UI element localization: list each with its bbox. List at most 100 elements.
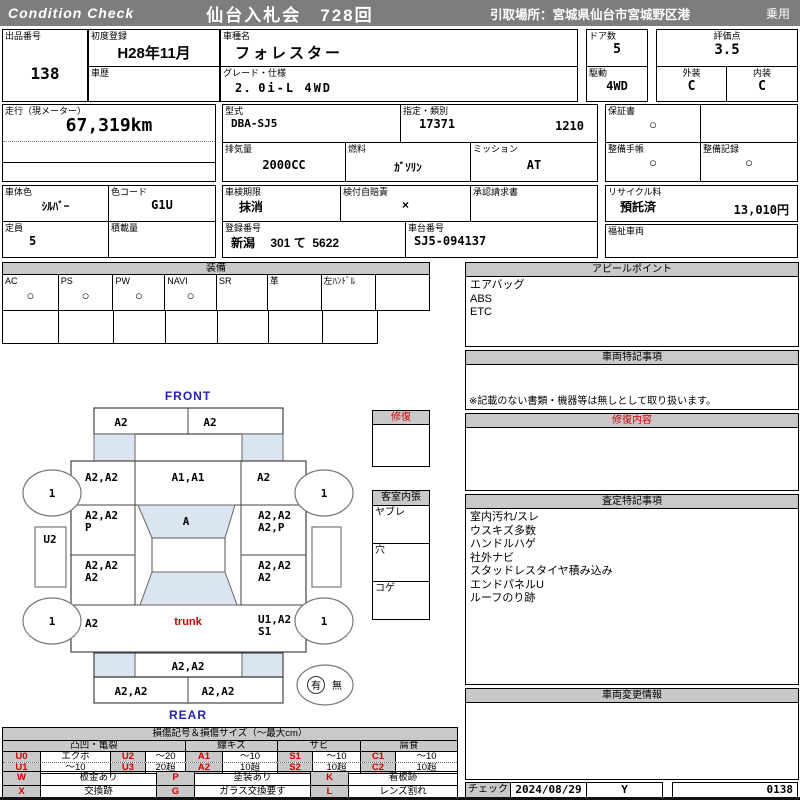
legend-cell: P bbox=[157, 772, 195, 785]
legend-cell: 〜20 bbox=[146, 752, 186, 762]
insured-cell: 検付自賠責 × bbox=[341, 186, 471, 222]
designation-label: 指定・類別 bbox=[403, 106, 449, 116]
history-cell: 車歴 bbox=[89, 67, 219, 101]
body-color-label: 車体色 bbox=[5, 187, 33, 197]
appeal-panel: アピールポイント エアバッグ ABS ETC bbox=[465, 262, 799, 347]
equipment-cell-lhd: 左ﾊﾝﾄﾞﾙ bbox=[322, 275, 377, 310]
car-damage-diagram: FRONT A2 A2 A2,A2 A1,A1 A2 A2,A2 P A A2,… bbox=[22, 389, 354, 722]
model-code-label: 型式 bbox=[225, 106, 244, 116]
rear-bumper-right-damage: A2,A2 bbox=[201, 685, 234, 698]
title-bar: Condition Check 仙台入札会 728回 引取場所：宮城県仙台市宮城… bbox=[0, 0, 800, 26]
drive-cell: 駆動 4WD bbox=[587, 67, 647, 101]
spare-yes-label: 有 bbox=[311, 679, 321, 692]
first-reg-value: H28年11月 bbox=[117, 45, 191, 62]
spare-no-label: 無 bbox=[332, 679, 342, 692]
legend-cell: S1 bbox=[278, 752, 313, 762]
front-bumper-left-damage: A2 bbox=[114, 416, 127, 429]
score-box: 評価点 3.5 外装 C 内装 C bbox=[656, 29, 798, 102]
displacement-cell: 排気量 2000CC bbox=[223, 143, 346, 181]
legend-cell: C1 bbox=[361, 752, 396, 762]
rear-window bbox=[139, 571, 238, 606]
repair-mini-title: 修復 bbox=[373, 411, 429, 425]
model-value: フォレスター bbox=[235, 45, 344, 62]
sill-left-damage: U2 bbox=[43, 533, 56, 546]
door-fl-damage-2: P bbox=[85, 521, 92, 534]
check-date: 2024/08/29 bbox=[511, 783, 587, 797]
taillight-left bbox=[93, 652, 136, 678]
rear-label: REAR bbox=[169, 708, 207, 722]
appeal-line: ABS bbox=[470, 292, 493, 305]
damage-legend: 損傷記号＆損傷サイズ（〜最大cm） 凸凹・亀裂 線キズ サビ 腐食 U0 エクボ… bbox=[2, 727, 458, 774]
grade-label: グレード・仕様 bbox=[223, 68, 287, 78]
interior-cell: 内装 C bbox=[727, 67, 797, 101]
tire-rr-value: 1 bbox=[321, 615, 328, 628]
interior-value: C bbox=[758, 79, 766, 94]
legend-cell: U0 bbox=[3, 752, 41, 762]
damage-legend-marks: W 板金あり P 塗装あり K 看板跡 X 交換跡 G ガラス交換要す L レン… bbox=[2, 771, 458, 799]
transmission-label: ミッション bbox=[473, 144, 519, 154]
pickup-location: 引取場所：宮城県仙台市宮城野区港 bbox=[490, 7, 691, 22]
front-label: FRONT bbox=[165, 389, 211, 403]
welfare-box: 福祉車両 bbox=[605, 224, 798, 258]
repair-mini-box: 修復 bbox=[372, 410, 430, 467]
color-code-value: G1U bbox=[151, 198, 173, 212]
brand-logo: Condition Check bbox=[8, 5, 135, 21]
legend-mark-row: W 板金あり P 塗装あり K 看板跡 bbox=[3, 772, 457, 785]
check-sign: Y bbox=[621, 783, 628, 796]
chassis-label: 車台番号 bbox=[408, 223, 445, 233]
history-label: 車歴 bbox=[91, 68, 110, 78]
maintenance-book-cell: 整備手帳 ○ bbox=[606, 143, 701, 181]
appeal-body: エアバッグ ABS ETC bbox=[466, 277, 798, 346]
model-code-cell: 型式 DBA-SJ5 bbox=[223, 105, 401, 143]
interior-trim-label: ヤブレ bbox=[375, 507, 405, 518]
color-code-cell: 色コード G1U bbox=[109, 186, 215, 222]
body-color-value: ｼﾙﾊﾞｰ bbox=[41, 201, 70, 213]
fender-fl-damage: A2,A2 bbox=[85, 471, 118, 484]
repair-detail-body bbox=[466, 428, 798, 490]
legend-cell: K bbox=[311, 772, 349, 785]
fender-fr-damage: A2 bbox=[257, 471, 270, 484]
legend-cell: 〜10 bbox=[313, 752, 361, 762]
repair-detail-panel: 修復内容 bbox=[465, 413, 799, 491]
displacement-value: 2000CC bbox=[262, 158, 306, 172]
equipment-cell-blank bbox=[376, 275, 429, 310]
legend-group-row: 凸凹・亀裂 線キズ サビ 腐食 bbox=[3, 740, 457, 751]
transmission-cell: ミッション AT bbox=[471, 143, 597, 181]
hood-damage: A1,A1 bbox=[171, 471, 204, 484]
assessment-line: ハンドルハゲ bbox=[470, 538, 536, 550]
interior-trim-title: 客室内張 bbox=[373, 491, 429, 506]
drive-label: 駆動 bbox=[589, 68, 608, 78]
appeal-title: アピールポイント bbox=[466, 263, 798, 277]
maintenance-record-cell: 整備記録 ○ bbox=[701, 143, 797, 181]
designation-cell: 指定・類別 17371 1210 bbox=[401, 105, 598, 143]
model-label: 車種名 bbox=[223, 31, 251, 41]
approval-cell: 承認請求書 bbox=[471, 186, 597, 222]
tire-fl-value: 1 bbox=[49, 487, 56, 500]
lot-value: 138 bbox=[30, 64, 60, 83]
doors-drive-box: ドア数 5 駆動 4WD bbox=[586, 29, 648, 102]
equipment-label: AC bbox=[5, 276, 18, 286]
legend-group: 腐食 bbox=[361, 741, 457, 751]
vehicle-notes-title: 車両特記事項 bbox=[466, 351, 798, 365]
first-reg-label: 初度登録 bbox=[91, 31, 128, 41]
welfare-label: 福祉車両 bbox=[608, 226, 645, 236]
equipment-label: PW bbox=[115, 276, 130, 286]
assessment-line: 室内汚れ/スレ bbox=[470, 511, 540, 523]
check-strip: チェック 2024/08/29 Y bbox=[465, 782, 663, 798]
assessment-panel: 査定特記事項 室内汚れ/スレ ウスキズ多数 ハンドルハゲ 社外ナビ スタッドレス… bbox=[465, 494, 799, 685]
color-box: 車体色 ｼﾙﾊﾞｰ 色コード G1U 定員 5 積載量 bbox=[2, 185, 216, 258]
designation-value-1: 17371 bbox=[419, 117, 456, 131]
documents-box: 保証書 ○ 整備手帳 ○ 整備記録 ○ bbox=[605, 104, 798, 182]
warranty-cell: 保証書 ○ bbox=[606, 105, 701, 143]
recycle-status: 預託済 bbox=[620, 200, 657, 214]
doors-cell: ドア数 5 bbox=[587, 30, 647, 67]
change-info-panel: 車両変更情報 bbox=[465, 688, 799, 780]
legend-title: 損傷記号＆損傷サイズ（〜最大cm） bbox=[3, 728, 457, 740]
mileage-value: 67,319km bbox=[65, 115, 153, 136]
assessment-line: ウスキズ多数 bbox=[470, 524, 536, 537]
body-color-cell: 車体色 ｼﾙﾊﾞｰ bbox=[3, 186, 109, 222]
equipment-cell-navi: NAVI ○ bbox=[165, 275, 217, 310]
roof bbox=[151, 537, 226, 573]
fuel-label: 燃料 bbox=[348, 144, 367, 154]
repair-detail-title: 修復内容 bbox=[466, 414, 798, 428]
